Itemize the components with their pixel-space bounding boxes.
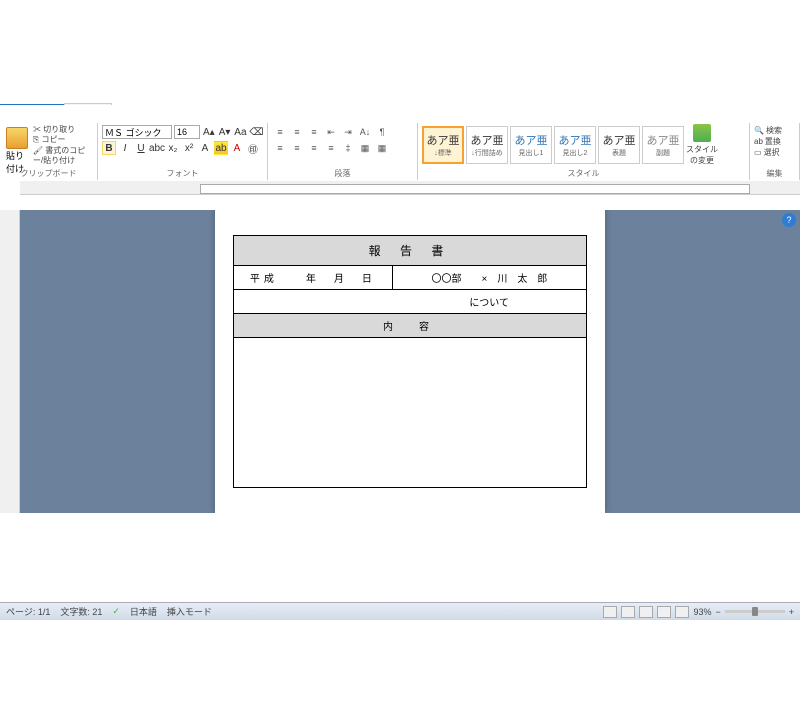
font-group: A▴ A▾ Aa ⌫ B I U abc x₂ x² A ab A ㊞ フォント (98, 123, 268, 180)
subscript-button[interactable]: x₂ (166, 141, 180, 155)
paste-icon (6, 127, 28, 149)
status-spell-icon[interactable]: ✓ (112, 606, 120, 617)
workspace: 報 告 書 平成 年 月 日 〇〇部 × 川 太 郎 について 内 容 (0, 195, 800, 513)
change-styles-button[interactable]: スタイルの変更 (686, 124, 718, 166)
superscript-button[interactable]: x² (182, 141, 196, 155)
zoom-out-button[interactable]: − (715, 607, 720, 617)
styles-label: スタイル (418, 168, 749, 179)
zoom-slider[interactable] (725, 610, 785, 613)
justify-button[interactable]: ≡ (323, 141, 339, 155)
style-no-spacing[interactable]: あア亜 ↓行間詰め (466, 126, 508, 164)
status-language[interactable]: 日本語 (130, 605, 157, 618)
text-effects-button[interactable]: A (198, 141, 212, 155)
view-read-button[interactable] (621, 606, 635, 618)
grow-font-button[interactable]: A▴ (202, 125, 216, 139)
multilevel-button[interactable]: ≡ (306, 125, 322, 139)
view-web-button[interactable] (639, 606, 653, 618)
clipboard-group: 貼り付け ✂ 切り取り ⎘ コピー 🖌 書式のコピー/貼り付け クリップボード (0, 123, 98, 180)
select-button[interactable]: ▭選択 (754, 147, 795, 158)
copy-button[interactable]: ⎘ コピー (33, 135, 93, 145)
status-mode[interactable]: 挿入モード (167, 605, 212, 618)
view-print-button[interactable] (603, 606, 617, 618)
doc-content-body[interactable] (234, 338, 587, 488)
font-label: フォント (98, 168, 267, 179)
statusbar: ページ: 1/1 文字数: 21 ✓ 日本語 挿入モード 93% − + (0, 602, 800, 620)
view-draft-button[interactable] (675, 606, 689, 618)
replace-button[interactable]: ab置換 (754, 136, 795, 147)
enclose-button[interactable]: ㊞ (246, 141, 260, 155)
numbering-button[interactable]: ≡ (289, 125, 305, 139)
ruler-horizontal[interactable] (20, 181, 800, 195)
change-case-button[interactable]: Aa (233, 125, 247, 139)
borders-button[interactable]: ▦ (374, 141, 390, 155)
align-center-button[interactable]: ≡ (289, 141, 305, 155)
shading-button[interactable]: ▦ (357, 141, 373, 155)
shrink-font-button[interactable]: A▾ (218, 125, 232, 139)
bold-button[interactable]: B (102, 141, 116, 155)
help-icon[interactable]: ? (782, 213, 796, 227)
status-words[interactable]: 文字数: 21 (60, 605, 102, 618)
align-left-button[interactable]: ≡ (272, 141, 288, 155)
cut-button[interactable]: ✂ 切り取り (33, 125, 93, 135)
doc-about[interactable]: について (392, 290, 586, 314)
sort-button[interactable]: A↓ (357, 125, 373, 139)
strike-button[interactable]: abc (150, 141, 164, 155)
ruler-vertical[interactable] (0, 195, 20, 513)
editing-label: 編集 (750, 168, 799, 179)
font-color-button[interactable]: A (230, 141, 244, 155)
view-outline-button[interactable] (657, 606, 671, 618)
paragraph-label: 段落 (268, 168, 417, 179)
style-subtitle[interactable]: あア亜 副題 (642, 126, 684, 164)
style-heading2[interactable]: あア亜 見出し2 (554, 126, 596, 164)
paragraph-group: ≡ ≡ ≡ ⇤ ⇥ A↓ ¶ ≡ ≡ ≡ ≡ ‡ ▦ ▦ 段落 (268, 123, 418, 180)
font-name-input[interactable] (102, 125, 172, 139)
bullets-button[interactable]: ≡ (272, 125, 288, 139)
find-button[interactable]: 🔍検索 (754, 125, 795, 136)
align-right-button[interactable]: ≡ (306, 141, 322, 155)
indent-inc-button[interactable]: ⇥ (340, 125, 356, 139)
zoom-in-button[interactable]: + (789, 607, 794, 617)
highlight-button[interactable]: ab (214, 141, 228, 155)
ribbon: 貼り付け ✂ 切り取り ⎘ コピー 🖌 書式のコピー/貼り付け クリップボード … (0, 123, 800, 181)
status-page[interactable]: ページ: 1/1 (6, 605, 50, 618)
line-spacing-button[interactable]: ‡ (340, 141, 356, 155)
editing-group: 🔍検索 ab置換 ▭選択 編集 (750, 123, 800, 180)
page: 報 告 書 平成 年 月 日 〇〇部 × 川 太 郎 について 内 容 (215, 207, 605, 513)
style-normal[interactable]: あア亜 ↓標準 (422, 126, 464, 164)
indent-dec-button[interactable]: ⇤ (323, 125, 339, 139)
show-marks-button[interactable]: ¶ (374, 125, 390, 139)
underline-button[interactable]: U (134, 141, 148, 155)
zoom-level[interactable]: 93% (693, 607, 711, 617)
clipboard-label: クリップボード (0, 168, 97, 179)
style-heading1[interactable]: あア亜 見出し1 (510, 126, 552, 164)
doc-subject[interactable] (234, 290, 393, 314)
doc-date[interactable]: 平成 年 月 日 (234, 266, 393, 290)
styles-group: あア亜 ↓標準 あア亜 ↓行間詰め あア亜 見出し1 あア亜 見出し2 あア亜 … (418, 123, 750, 180)
clear-format-button[interactable]: ⌫ (249, 125, 263, 139)
doc-content-header[interactable]: 内 容 (234, 314, 587, 338)
font-size-input[interactable] (174, 125, 200, 139)
doc-author[interactable]: 〇〇部 × 川 太 郎 (392, 266, 586, 290)
document-table[interactable]: 報 告 書 平成 年 月 日 〇〇部 × 川 太 郎 について 内 容 (233, 235, 587, 488)
format-painter-button[interactable]: 🖌 書式のコピー/貼り付け (33, 146, 93, 167)
doc-title[interactable]: 報 告 書 (234, 236, 587, 266)
style-title[interactable]: あア亜 表題 (598, 126, 640, 164)
document-canvas[interactable]: 報 告 書 平成 年 月 日 〇〇部 × 川 太 郎 について 内 容 (20, 195, 800, 513)
italic-button[interactable]: I (118, 141, 132, 155)
